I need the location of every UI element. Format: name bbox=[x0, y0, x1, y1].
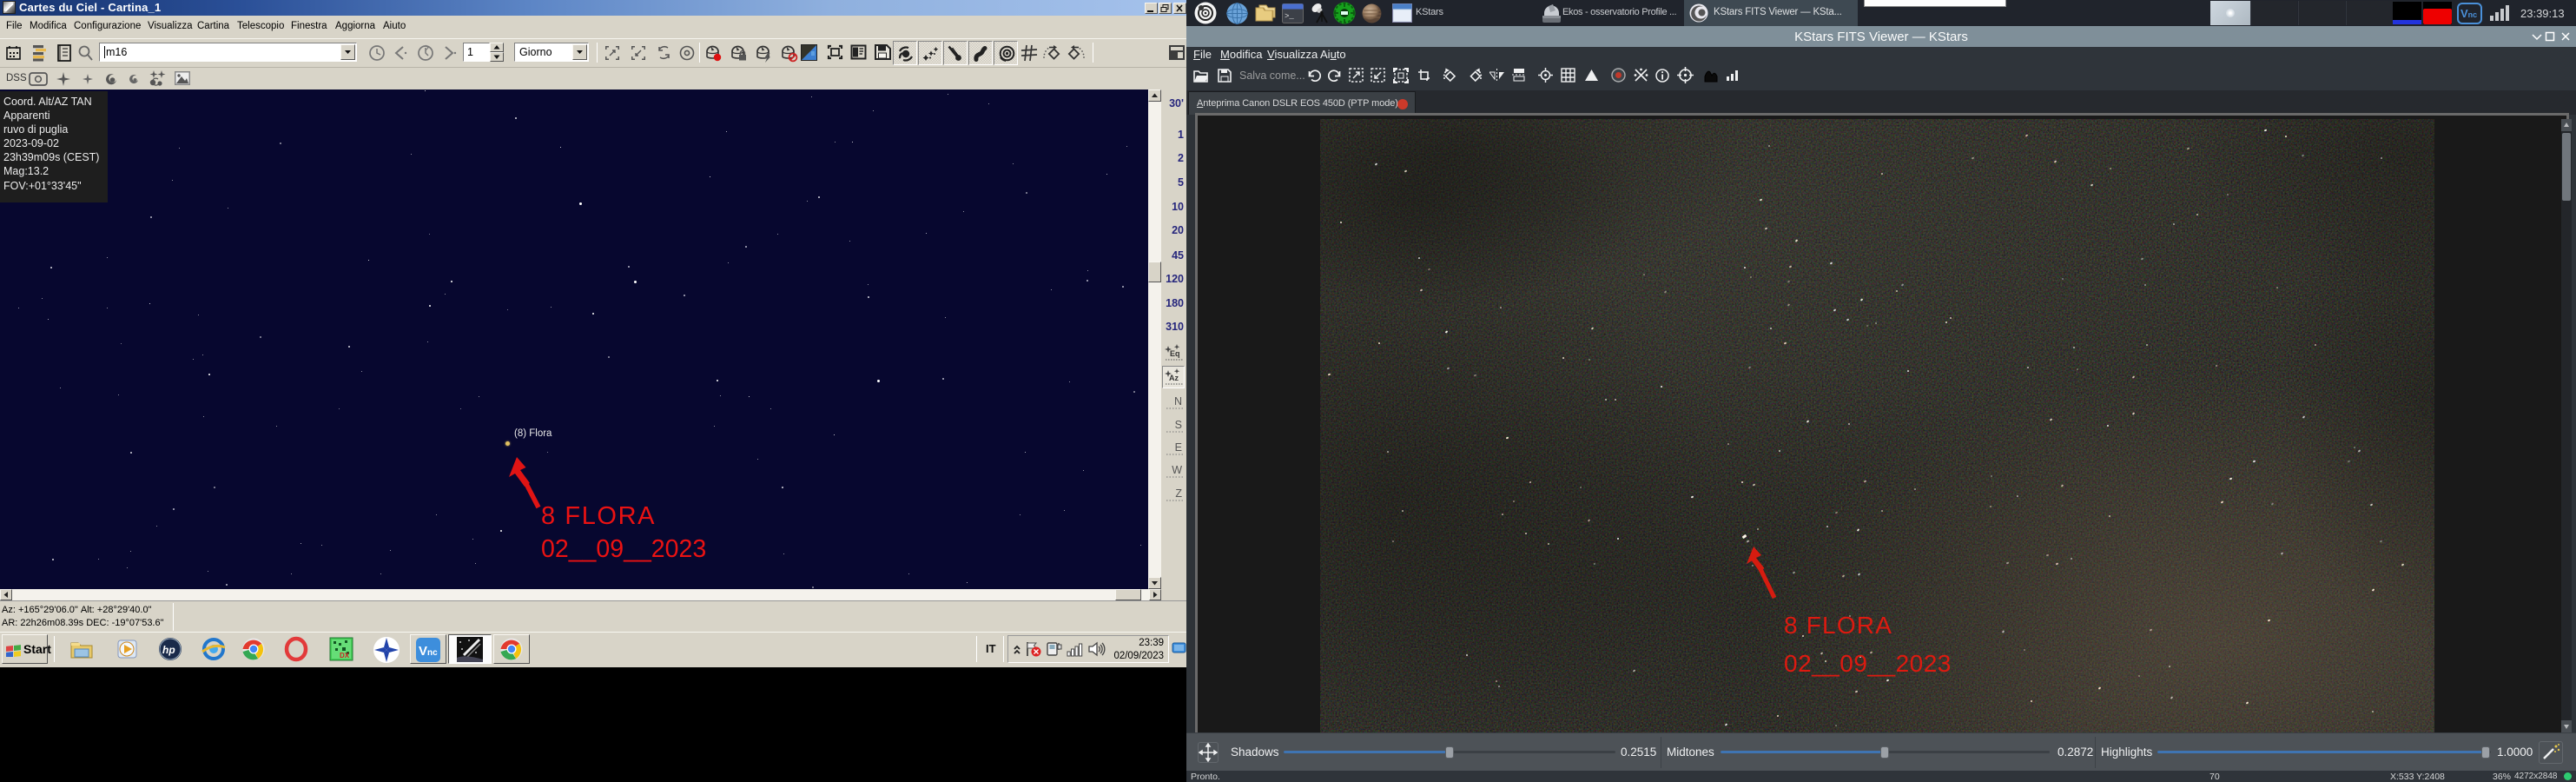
svg-text:Vnc: Vnc bbox=[2460, 7, 2477, 20]
svg-text:Eq: Eq bbox=[1170, 349, 1180, 358]
svg-text:DX: DX bbox=[340, 652, 350, 659]
svg-text:>_: >_ bbox=[1285, 12, 1294, 21]
svg-text:Az: Az bbox=[1169, 374, 1179, 382]
svg-text:hp: hp bbox=[162, 644, 175, 656]
